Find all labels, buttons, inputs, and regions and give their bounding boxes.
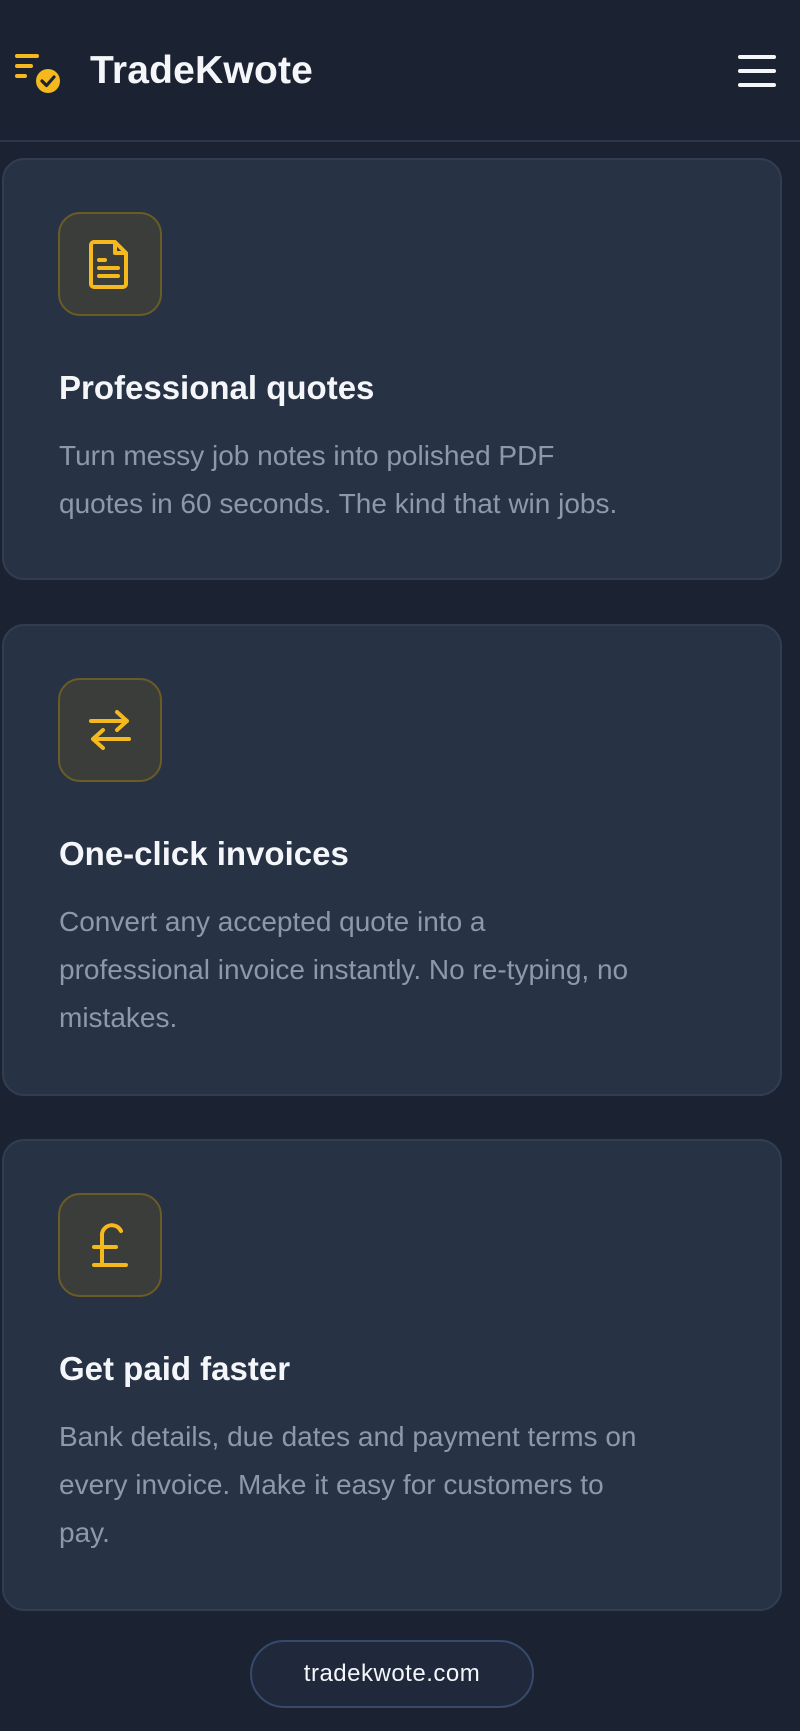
app-header: TradeKwote xyxy=(0,0,800,142)
description-line: every invoice. Make it easy for customer… xyxy=(59,1469,604,1500)
website-link[interactable]: tradekwote.com xyxy=(250,1640,534,1708)
feature-icon-box xyxy=(58,678,162,782)
feature-title: One-click invoices xyxy=(59,835,349,872)
feature-title: Get paid faster xyxy=(59,1350,291,1387)
description-line: Turn messy job notes into polished PDF xyxy=(59,440,555,471)
list-check-icon xyxy=(15,54,60,93)
description-line: Convert any accepted quote into a xyxy=(59,906,486,937)
feature-card-one-click-invoices: One-click invoices Convert any accepted … xyxy=(2,624,782,1096)
feature-icon-box xyxy=(58,1193,162,1297)
hamburger-menu-icon[interactable] xyxy=(736,52,778,90)
feature-description: Convert any accepted quote into a profes… xyxy=(59,898,749,1042)
description-line: professional invoice instantly. No re-ty… xyxy=(59,954,629,985)
pound-sign-icon xyxy=(92,1223,128,1267)
feature-card-professional-quotes: Professional quotes Turn messy job notes… xyxy=(2,158,782,580)
feature-description: Bank details, due dates and payment term… xyxy=(59,1413,749,1557)
description-line: mistakes. xyxy=(59,1002,178,1033)
description-line: pay. xyxy=(59,1517,110,1548)
description-line: Bank details, due dates and payment term… xyxy=(59,1421,637,1452)
feature-icon-box xyxy=(58,212,162,316)
description-line: quotes in 60 seconds. The kind that win … xyxy=(59,488,618,519)
feature-card-get-paid-faster: Get paid faster Bank details, due dates … xyxy=(2,1139,782,1611)
exchange-arrows-icon xyxy=(89,710,131,750)
feature-title: Professional quotes xyxy=(59,369,375,406)
document-icon xyxy=(89,240,128,289)
brand-name: TradeKwote xyxy=(90,49,314,92)
feature-description: Turn messy job notes into polished PDF q… xyxy=(59,432,749,528)
